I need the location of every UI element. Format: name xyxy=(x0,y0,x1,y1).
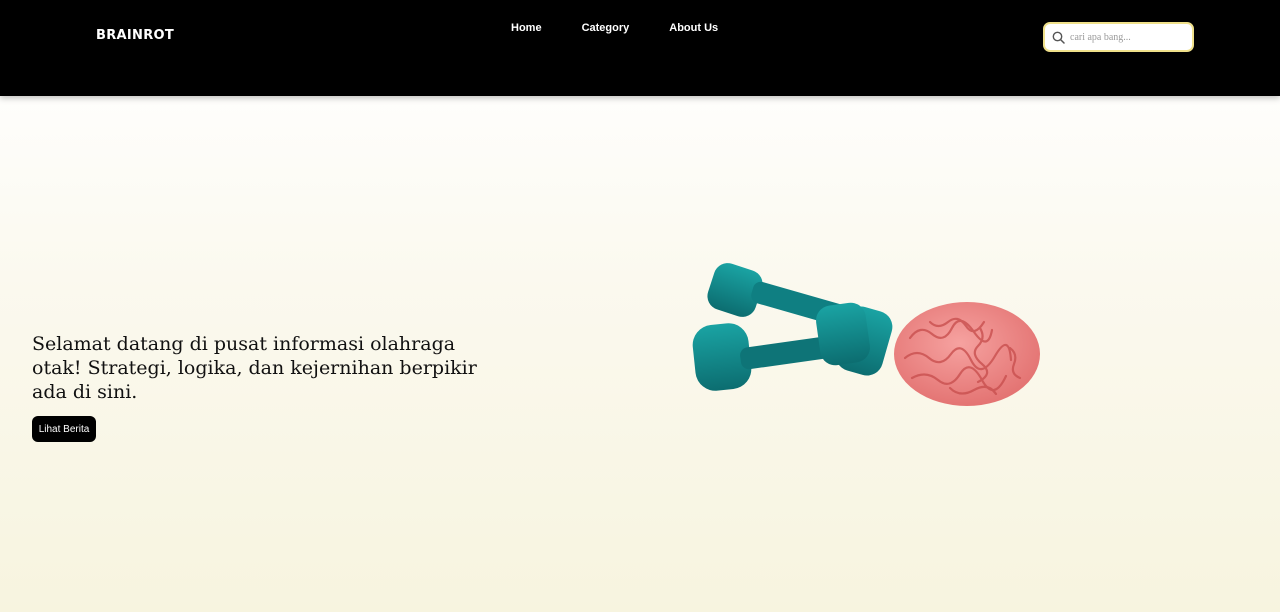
search-icon xyxy=(1052,31,1065,44)
brand-logo[interactable]: BRAINROT xyxy=(96,28,174,43)
hero-headline: Selamat datang di pusat informasi olahra… xyxy=(32,333,477,403)
nav-links: Home Category About Us xyxy=(511,22,758,34)
brain-illustration xyxy=(894,302,1040,406)
search-input[interactable] xyxy=(1070,31,1180,43)
search-box[interactable] xyxy=(1043,22,1194,52)
nav-link-category[interactable]: Category xyxy=(582,22,630,34)
navbar: BRAINROT Home Category About Us xyxy=(0,0,1280,96)
nav-link-home[interactable]: Home xyxy=(511,22,542,34)
dumbbells-and-brain-illustration xyxy=(692,263,1040,406)
nav-link-about-us[interactable]: About Us xyxy=(669,22,718,34)
lihat-berita-button[interactable]: Lihat Berita xyxy=(32,416,96,442)
dumbbell-front xyxy=(692,302,870,391)
